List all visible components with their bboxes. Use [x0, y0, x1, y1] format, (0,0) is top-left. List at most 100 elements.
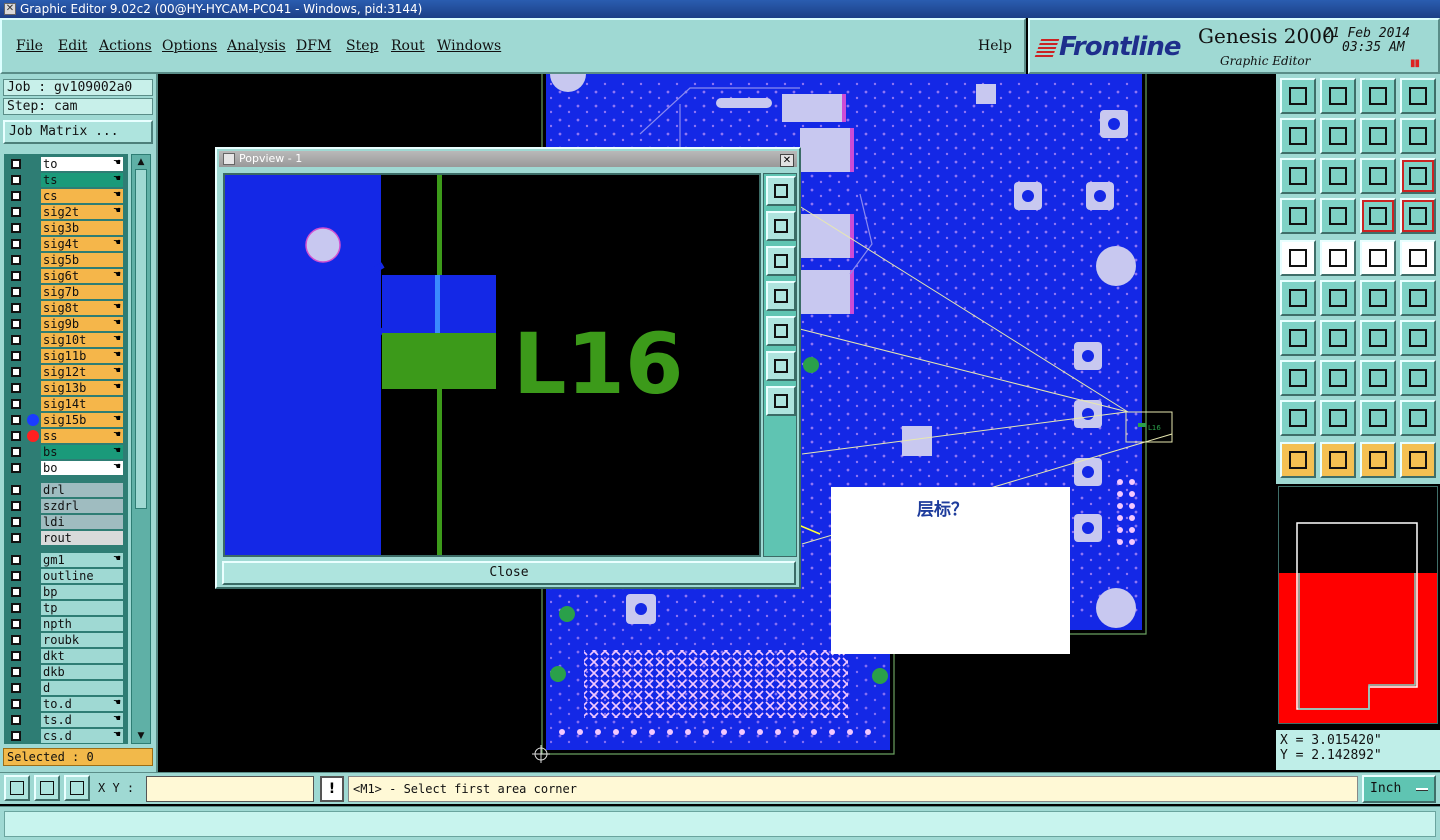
layer-name[interactable]: to.d	[41, 697, 123, 711]
layer-row-sig10t[interactable]: sig10t ☚	[4, 332, 128, 348]
tools-icon[interactable]	[1280, 198, 1316, 234]
pointer-icon[interactable]	[1280, 442, 1316, 478]
layer-checkbox[interactable]	[11, 683, 21, 693]
text-icon[interactable]	[1400, 320, 1436, 356]
pv-zoom-in-icon[interactable]	[766, 386, 796, 416]
layer-checkbox[interactable]	[11, 699, 21, 709]
layer-row-to[interactable]: to ☚	[4, 156, 128, 172]
layer-checkbox[interactable]	[11, 667, 21, 677]
layer-name[interactable]: szdrl	[41, 499, 123, 513]
layer-checkbox[interactable]	[11, 517, 21, 527]
layer-row-ss[interactable]: ss ☚	[4, 428, 128, 444]
layer-row-drl[interactable]: drl	[4, 482, 128, 498]
layer-row-bp[interactable]: bp	[4, 584, 128, 600]
pan-left-icon[interactable]	[1280, 118, 1316, 154]
layer-name[interactable]: ldi	[41, 515, 123, 529]
grid-icon[interactable]	[1320, 198, 1356, 234]
help-icon[interactable]	[1400, 158, 1436, 194]
layer-row-cs[interactable]: cs ☚	[4, 188, 128, 204]
layer-checkbox[interactable]	[11, 731, 21, 741]
layer-name[interactable]: sig15b	[41, 413, 123, 427]
layer-checkbox[interactable]	[11, 287, 21, 297]
arch-icon[interactable]	[1360, 400, 1396, 436]
layer-checkbox[interactable]	[11, 367, 21, 377]
layer-checkbox[interactable]	[11, 431, 21, 441]
layer-row-sig8t[interactable]: sig8t ☚	[4, 300, 128, 316]
scroll-down-icon[interactable]: ▼	[135, 730, 147, 742]
menu-help[interactable]: Help	[978, 38, 1012, 54]
layer-name[interactable]: sig12t	[41, 365, 123, 379]
layer-name[interactable]: to	[41, 157, 123, 171]
popview-close-button[interactable]: Close	[222, 561, 796, 585]
layer-row-gm1[interactable]: gm1 ☚	[4, 552, 128, 568]
layer-name[interactable]: bo	[41, 461, 123, 475]
layer-name[interactable]: sig13b	[41, 381, 123, 395]
layer-checkbox[interactable]	[11, 415, 21, 425]
measure-box-icon[interactable]	[1360, 360, 1396, 396]
layer-name[interactable]: dkt	[41, 649, 123, 663]
layer-checkbox[interactable]	[11, 501, 21, 511]
layer-row-sig2t[interactable]: sig2t ☚	[4, 204, 128, 220]
pan-down-icon[interactable]	[1320, 78, 1356, 114]
arc-icon[interactable]	[1360, 320, 1396, 356]
pv-zoom-fit-icon[interactable]	[766, 176, 796, 206]
layer-row-dkb[interactable]: dkb	[4, 664, 128, 680]
layer-scrollbar[interactable]: ▲ ▼	[131, 154, 151, 744]
layer-name[interactable]: sig5b	[41, 253, 123, 267]
layer-name[interactable]: sig7b	[41, 285, 123, 299]
menu-file[interactable]: File	[16, 38, 43, 54]
measure-icon[interactable]	[34, 775, 60, 801]
snap-grid-icon[interactable]	[64, 775, 90, 801]
layer-row-sig12t[interactable]: sig12t ☚	[4, 364, 128, 380]
layer-name[interactable]: sig4t	[41, 237, 123, 251]
menu-windows[interactable]: Windows	[437, 38, 501, 54]
layer-checkbox[interactable]	[11, 383, 21, 393]
layer-checkbox[interactable]	[11, 207, 21, 217]
menu-analysis[interactable]: Analysis	[227, 38, 286, 54]
scroll-thumb[interactable]	[135, 169, 147, 509]
pad-red-icon[interactable]	[1280, 360, 1316, 396]
units-dropdown[interactable]: Inch	[1362, 775, 1436, 803]
layer-row-npth[interactable]: npth	[4, 616, 128, 632]
layer-checkbox[interactable]	[11, 555, 21, 565]
layer-row-ldi[interactable]: ldi	[4, 514, 128, 530]
layer-checkbox[interactable]	[11, 191, 21, 201]
layer-row-sig5b[interactable]: sig5b	[4, 252, 128, 268]
zoom-in-icon[interactable]	[1320, 158, 1356, 194]
layer-row-roubk[interactable]: roubk	[4, 632, 128, 648]
layer-checkbox[interactable]	[11, 587, 21, 597]
layer-checkbox[interactable]	[11, 255, 21, 265]
popview-close-icon[interactable]: ✕	[780, 154, 794, 167]
triangle-select-icon[interactable]	[1320, 400, 1356, 436]
route-icon[interactable]	[1400, 118, 1436, 154]
select-pad-icon[interactable]	[1400, 240, 1436, 276]
pointer-ring-icon[interactable]	[1360, 442, 1396, 478]
layer-name[interactable]: npth	[41, 617, 123, 631]
layer-name[interactable]: sig14t	[41, 397, 123, 411]
layer-checkbox[interactable]	[11, 223, 21, 233]
layer-checkbox[interactable]	[11, 351, 21, 361]
layer-row-szdrl[interactable]: szdrl	[4, 498, 128, 514]
pointer-box-icon[interactable]	[1320, 442, 1356, 478]
triangle-icon[interactable]	[1280, 400, 1316, 436]
layer-name[interactable]: ss	[41, 429, 123, 443]
pv-pan-left-icon[interactable]	[766, 281, 796, 311]
pan-right-icon[interactable]	[1320, 118, 1356, 154]
popview-title-bar[interactable]: Popview - 1 ✕	[219, 151, 797, 167]
layer-row-sig3b[interactable]: sig3b	[4, 220, 128, 236]
zoom-box-icon[interactable]	[4, 775, 30, 801]
layer-row-bo[interactable]: bo ☚	[4, 460, 128, 476]
layer-row-ts[interactable]: ts ☚	[4, 172, 128, 188]
layer-name[interactable]: sig2t	[41, 205, 123, 219]
layer-checkbox[interactable]	[11, 175, 21, 185]
layer-name[interactable]: d	[41, 681, 123, 695]
layer-checkbox[interactable]	[11, 463, 21, 473]
pad-add-icon[interactable]	[1280, 240, 1316, 276]
via-icon[interactable]	[1360, 280, 1396, 316]
pv-pan-up-icon[interactable]	[766, 211, 796, 241]
layer-row-sig13b[interactable]: sig13b ☚	[4, 380, 128, 396]
layer-row-sig14t[interactable]: sig14t	[4, 396, 128, 412]
layer-row-sig11b[interactable]: sig11b ☚	[4, 348, 128, 364]
ruler-icon[interactable]	[1360, 240, 1396, 276]
layer-row-tp[interactable]: tp	[4, 600, 128, 616]
